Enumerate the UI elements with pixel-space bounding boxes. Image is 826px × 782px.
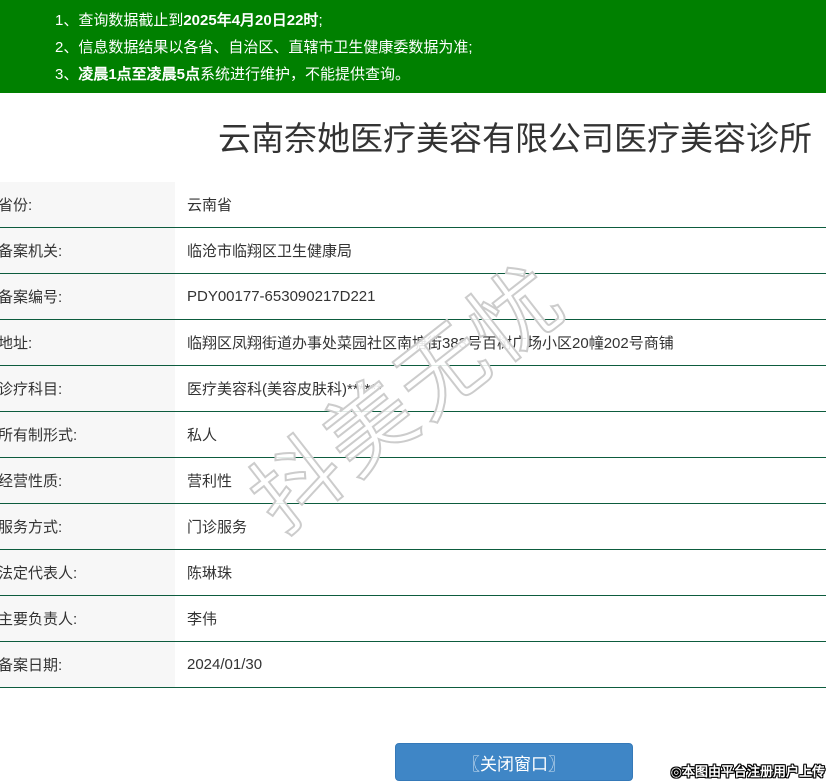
- row-label: 主要负责人:: [0, 596, 175, 641]
- table-row-main-person-in-charge: 主要负责人: 李伟: [0, 596, 826, 642]
- row-value: 医疗美容科(美容皮肤科)******: [175, 366, 382, 411]
- notice-2-text: 2、信息数据结果以各省、自治区、直辖市卫生健康委数据为准;: [55, 39, 473, 56]
- close-window-button[interactable]: 〖关闭窗口〗: [395, 743, 633, 781]
- table-row-filing-date: 备案日期: 2024/01/30: [0, 642, 826, 688]
- table-row-province: 省份: 云南省: [0, 182, 826, 228]
- record-table: 省份: 云南省 备案机关: 临沧市临翔区卫生健康局 备案编号: PDY00177…: [0, 182, 826, 688]
- row-label: 经营性质:: [0, 458, 175, 503]
- row-value: 营利性: [175, 458, 232, 503]
- row-value: 云南省: [175, 182, 232, 227]
- row-value: 李伟: [175, 596, 217, 641]
- row-value: 门诊服务: [175, 504, 247, 549]
- notice-3-bold: 凌晨1点至凌晨5点: [78, 66, 200, 83]
- table-row-filing-authority: 备案机关: 临沧市临翔区卫生健康局: [0, 228, 826, 274]
- notice-1-bold: 2025年4月20日22时: [183, 12, 318, 29]
- row-label: 法定代表人:: [0, 550, 175, 595]
- row-value: PDY00177-653090217D221: [175, 274, 376, 319]
- notice-1-text: 1、查询数据截止到: [55, 12, 183, 29]
- row-label: 诊疗科目:: [0, 366, 175, 411]
- notice-3-post: 系统进行维护，不能提供查询。: [200, 66, 410, 83]
- table-row-legal-representative: 法定代表人: 陈琳珠: [0, 550, 826, 596]
- table-row-service-mode: 服务方式: 门诊服务: [0, 504, 826, 550]
- notice-line-1: 1、查询数据截止到2025年4月20日22时;: [55, 7, 816, 34]
- table-row-ownership-form: 所有制形式: 私人: [0, 412, 826, 458]
- row-label: 备案日期:: [0, 642, 175, 687]
- row-label: 省份:: [0, 182, 175, 227]
- row-label: 备案编号:: [0, 274, 175, 319]
- row-value: 临沧市临翔区卫生健康局: [175, 228, 352, 273]
- row-value: 临翔区凤翔街道办事处菜园社区南塘街383号百树广场小区20幢202号商铺: [175, 320, 674, 365]
- row-label: 地址:: [0, 320, 175, 365]
- table-row-treatment-subjects: 诊疗科目: 医疗美容科(美容皮肤科)******: [0, 366, 826, 412]
- notice-line-3: 3、凌晨1点至凌晨5点系统进行维护，不能提供查询。: [55, 61, 816, 88]
- row-value: 2024/01/30: [175, 642, 262, 687]
- table-row-filing-number: 备案编号: PDY00177-653090217D221: [0, 274, 826, 320]
- image-upload-note: ◎本图由平台注册用户上传: [671, 761, 825, 780]
- row-label: 服务方式:: [0, 504, 175, 549]
- notice-banner: 1、查询数据截止到2025年4月20日22时; 2、信息数据结果以各省、自治区、…: [0, 0, 826, 93]
- row-label: 备案机关:: [0, 228, 175, 273]
- notice-1-post: ;: [318, 12, 322, 29]
- row-value: 私人: [175, 412, 217, 457]
- notice-3-text: 3、: [55, 66, 78, 83]
- table-row-address: 地址: 临翔区凤翔街道办事处菜园社区南塘街383号百树广场小区20幢202号商铺: [0, 320, 826, 366]
- notice-line-2: 2、信息数据结果以各省、自治区、直辖市卫生健康委数据为准;: [55, 34, 816, 61]
- page-title: 云南奈她医疗美容有限公司医疗美容诊所: [204, 118, 826, 162]
- row-value: 陈琳珠: [175, 550, 232, 595]
- table-row-business-nature: 经营性质: 营利性: [0, 458, 826, 504]
- row-label: 所有制形式:: [0, 412, 175, 457]
